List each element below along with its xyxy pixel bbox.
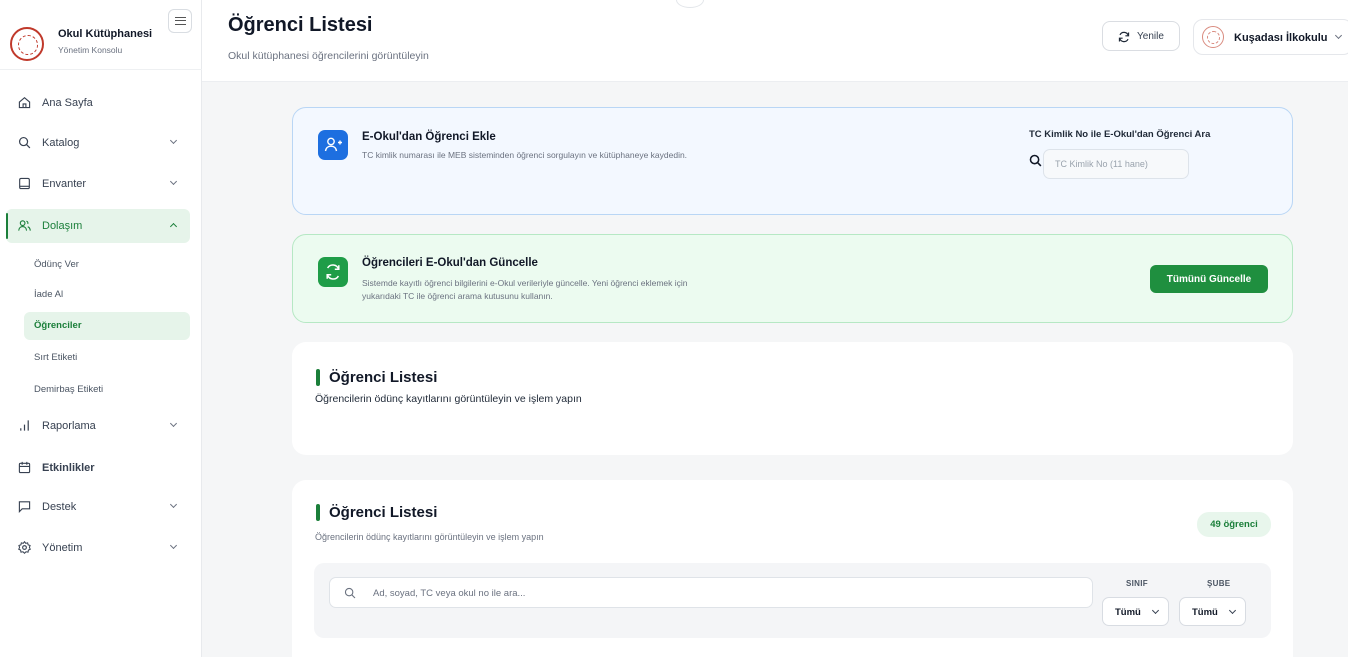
- branch-filter-select[interactable]: Tümü: [1179, 597, 1246, 626]
- box-icon: [19, 177, 30, 190]
- student-search-box[interactable]: [329, 577, 1093, 608]
- brand: Okul Kütüphanesi Yönetim Konsolu: [0, 0, 202, 70]
- chevron-down-icon: [1151, 606, 1160, 615]
- users-icon: [18, 220, 31, 231]
- eokul-update-card: Öğrencileri E-Okul'dan Güncelle Sistemde…: [292, 234, 1293, 323]
- add-user-icon: [318, 130, 348, 160]
- sidebar-item-label: Etkinlikler: [42, 462, 95, 474]
- chevron-down-icon: [169, 419, 178, 428]
- refresh-label: Yenile: [1137, 31, 1164, 42]
- branch-filter-value: Tümü: [1192, 607, 1218, 618]
- sidebar-item-label: Envanter: [42, 178, 87, 190]
- sidebar-item-label: Katalog: [42, 137, 80, 149]
- school-logo-icon: [1202, 26, 1224, 48]
- sidebar-item-label: Dolaşım: [42, 220, 83, 232]
- chevron-down-icon: [169, 136, 178, 145]
- sidebar-item-support[interactable]: Destek: [6, 490, 190, 524]
- section-subtitle: Öğrencilerin ödünç kayıtlarını görüntüle…: [315, 393, 582, 405]
- home-icon: [18, 96, 31, 109]
- sidebar-subitem-return[interactable]: İade Al: [24, 281, 190, 309]
- eokul-add-title: E-Okul'dan Öğrenci Ekle: [362, 131, 496, 143]
- page-header: Öğrenci Listesi Okul kütüphanesi öğrenci…: [202, 0, 1348, 82]
- eokul-update-description-1: Sistemde kayıtlı öğrenci bilgilerini e-O…: [362, 278, 688, 288]
- hamburger-icon: [174, 17, 186, 25]
- sidebar-item-circulation[interactable]: Dolaşım: [6, 209, 190, 243]
- sidebar: Okul Kütüphanesi Yönetim Konsolu Ana Say…: [0, 0, 202, 657]
- branch-filter-label: ŞUBE: [1207, 579, 1231, 588]
- tc-search-label: TC Kimlik No ile E-Okul'dan Öğrenci Ara: [1029, 129, 1211, 140]
- sync-icon: [318, 257, 348, 287]
- gear-icon: [18, 541, 31, 554]
- sidebar-subitem-asset-label[interactable]: Demirbaş Etiketi: [24, 376, 190, 404]
- tc-kimlik-input[interactable]: [1043, 149, 1189, 179]
- sidebar-item-inventory[interactable]: Envanter: [6, 167, 190, 201]
- update-all-button[interactable]: Tümünü Güncelle: [1150, 265, 1268, 293]
- search-icon: [1029, 154, 1042, 167]
- chevron-up-icon: [169, 222, 178, 231]
- page-subtitle: Okul kütüphanesi öğrencilerini görüntüle…: [228, 50, 429, 62]
- sidebar-subitem-spine-label[interactable]: Sırt Etiketi: [24, 344, 190, 372]
- eokul-add-description: TC kimlik numarası ile MEB sisteminden ö…: [362, 150, 688, 160]
- sidebar-item-label: Ana Sayfa: [42, 97, 93, 109]
- menu-toggle-button[interactable]: [168, 9, 192, 33]
- refresh-button[interactable]: Yenile: [1102, 21, 1180, 51]
- calendar-icon: [18, 461, 31, 474]
- page-title: Öğrenci Listesi: [228, 14, 373, 36]
- sidebar-item-label: Yönetim: [42, 542, 83, 554]
- sidebar-subitem-lend[interactable]: Ödünç Ver: [24, 251, 190, 279]
- sidebar-item-reporting[interactable]: Raporlama: [6, 409, 190, 443]
- sidebar-item-label: Raporlama: [42, 420, 96, 432]
- bar-chart-icon: [20, 420, 29, 431]
- eokul-add-card: E-Okul'dan Öğrenci Ekle TC kimlik numara…: [292, 107, 1293, 215]
- chevron-down-icon: [169, 541, 178, 550]
- student-list-summary-card: Öğrenci Listesi Öğrencilerin ödünç kayıt…: [292, 342, 1293, 455]
- chevron-down-icon: [169, 500, 178, 509]
- search-icon: [344, 587, 356, 599]
- student-search-input[interactable]: [373, 585, 1073, 601]
- school-name: Kuşadası İlkokulu: [1234, 32, 1328, 44]
- collapse-handle[interactable]: [676, 0, 704, 8]
- student-list-card: Öğrenci Listesi Öğrencilerin ödünç kayıt…: [292, 480, 1293, 657]
- sidebar-item-events[interactable]: Etkinlikler: [6, 451, 190, 485]
- class-filter-label: SINIF: [1126, 579, 1148, 588]
- class-filter-select[interactable]: Tümü: [1102, 597, 1169, 626]
- sidebar-item-home[interactable]: Ana Sayfa: [6, 86, 190, 120]
- student-count-badge: 49 öğrenci: [1197, 512, 1271, 537]
- eokul-update-title: Öğrencileri E-Okul'dan Güncelle: [362, 257, 538, 269]
- chevron-down-icon: [1228, 606, 1237, 615]
- message-icon: [18, 501, 31, 513]
- section-accent-bar: [316, 504, 320, 521]
- sidebar-subitem-students[interactable]: Öğrenciler: [24, 312, 190, 340]
- school-selector[interactable]: Kuşadası İlkokulu: [1193, 19, 1348, 55]
- sidebar-item-label: Destek: [42, 501, 77, 513]
- section-title: Öğrenci Listesi: [329, 369, 438, 386]
- brand-subtitle: Yönetim Konsolu: [58, 45, 123, 55]
- chevron-down-icon: [169, 177, 178, 186]
- section-title: Öğrenci Listesi: [329, 504, 438, 521]
- refresh-icon: [1118, 31, 1130, 43]
- eokul-update-description-2: yukarıdaki TC ile öğrenci arama kutusunu…: [362, 291, 553, 301]
- class-filter-value: Tümü: [1115, 607, 1141, 618]
- section-accent-bar: [316, 369, 320, 386]
- section-subtitle: Öğrencilerin ödünç kayıtlarını görüntüle…: [315, 532, 544, 542]
- chevron-down-icon: [1334, 31, 1343, 40]
- sidebar-item-management[interactable]: Yönetim: [6, 531, 190, 565]
- filter-panel: SINIF Tümü ŞUBE Tümü: [314, 563, 1271, 638]
- sidebar-item-catalog[interactable]: Katalog: [6, 126, 190, 160]
- school-logo-icon: [10, 27, 44, 61]
- brand-title: Okul Kütüphanesi: [58, 28, 153, 40]
- search-icon: [18, 136, 31, 149]
